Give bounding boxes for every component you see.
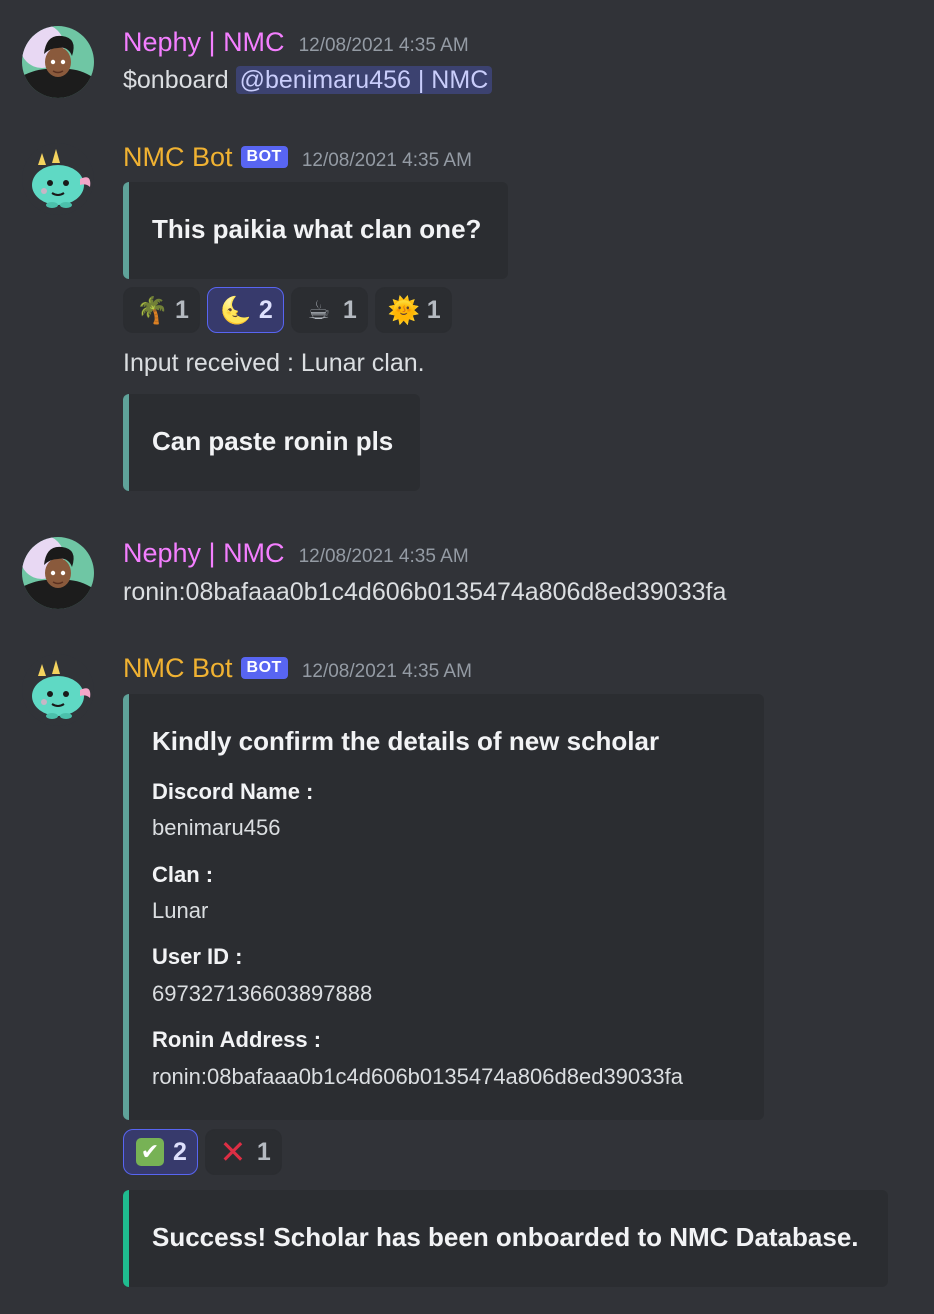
field-user-id-value: 697327136603897888 <box>152 981 373 1006</box>
embed-title: This paikia what clan one? <box>152 214 482 244</box>
embed-confirm-details: Kindly confirm the details of new schola… <box>123 694 764 1120</box>
reaction-coffee[interactable]: ☕ 1 <box>290 287 368 333</box>
user-mention[interactable]: @benimaru456 | NMC <box>235 66 493 94</box>
avatar-nmc-bot[interactable] <box>22 143 94 215</box>
embed-ronin-request: Can paste ronin pls <box>123 394 420 491</box>
message-text: $onboard @benimaru456 | NMC <box>123 66 493 95</box>
reaction-palm-tree[interactable]: 🌴 1 <box>123 287 200 333</box>
embed-title: Can paste ronin pls <box>152 426 394 456</box>
message-text: ronin:08bafaaa0b1c4d606b0135474a806d8ed3… <box>123 578 727 606</box>
crescent-moon-icon: 🌜 <box>219 295 253 325</box>
author-name[interactable]: Nephy | NMC <box>123 538 285 569</box>
author-name[interactable]: NMC Bot <box>123 142 233 173</box>
bot-tag: BOT <box>240 146 288 168</box>
reaction-count: 1 <box>342 295 357 324</box>
avatar-nephy[interactable] <box>22 26 94 98</box>
field-discord-name-label: Discord Name : <box>152 779 314 804</box>
reaction-sun[interactable]: 🌞 1 <box>374 287 452 333</box>
reaction-count: 2 <box>258 295 273 324</box>
command-text: $onboard <box>123 66 236 94</box>
reactions-bar: ✔ 2 ✕ 1 <box>123 1129 282 1175</box>
field-user-id-label: User ID : <box>152 944 243 969</box>
reaction-count: 1 <box>426 295 441 324</box>
reaction-check-mark[interactable]: ✔ 2 <box>123 1129 198 1175</box>
bot-tag: BOT <box>240 657 288 679</box>
reaction-count: 1 <box>175 295 189 324</box>
reaction-crescent-moon[interactable]: 🌜 2 <box>206 287 284 333</box>
input-received-text: Input received : Lunar clan. <box>123 349 425 377</box>
author-name[interactable]: NMC Bot <box>123 653 233 684</box>
field-discord-name-value: benimaru456 <box>152 815 281 840</box>
reaction-count: 1 <box>256 1137 271 1166</box>
cross-mark-icon: ✕ <box>219 1134 247 1170</box>
field-clan-label: Clan : <box>152 862 214 887</box>
reaction-count: 2 <box>173 1137 187 1166</box>
embed-clan-question: This paikia what clan one? <box>123 182 508 279</box>
timestamp: 12/08/2021 4:35 AM <box>301 661 472 682</box>
embed-success: Success! Scholar has been onboarded to N… <box>123 1190 888 1287</box>
sun-icon: 🌞 <box>387 295 421 325</box>
field-clan-value: Lunar <box>152 898 209 923</box>
check-mark-icon: ✔ <box>136 1138 164 1166</box>
palm-tree-icon: 🌴 <box>136 295 169 325</box>
author-name[interactable]: Nephy | NMC <box>123 27 285 58</box>
field-ronin-address-value: ronin:08bafaaa0b1c4d606b0135474a806d8ed3… <box>152 1064 683 1089</box>
reactions-bar: 🌴 1 🌜 2 ☕ 1 🌞 1 <box>123 287 452 333</box>
coffee-icon: ☕ <box>307 295 331 325</box>
avatar-nmc-bot[interactable] <box>22 654 94 726</box>
field-ronin-address-label: Ronin Address : <box>152 1027 322 1052</box>
timestamp: 12/08/2021 4:35 AM <box>298 35 469 56</box>
timestamp: 12/08/2021 4:35 AM <box>298 546 469 567</box>
avatar-nephy[interactable] <box>22 537 94 609</box>
embed-title: Kindly confirm the details of new schola… <box>152 726 660 756</box>
timestamp: 12/08/2021 4:35 AM <box>301 150 472 171</box>
reaction-cross-mark[interactable]: ✕ 1 <box>204 1129 282 1175</box>
embed-title: Success! Scholar has been onboarded to N… <box>152 1222 859 1252</box>
